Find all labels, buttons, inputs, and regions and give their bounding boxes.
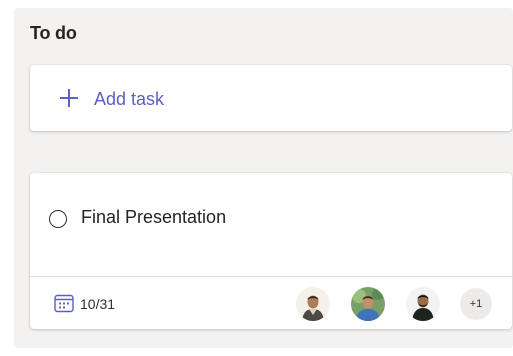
assignee-avatar[interactable] bbox=[406, 287, 440, 321]
task-card[interactable]: Final Presentation 10/31 +1 bbox=[30, 173, 512, 329]
complete-task-checkbox[interactable] bbox=[49, 210, 67, 228]
bucket-title[interactable]: To do bbox=[30, 23, 77, 44]
add-task-button[interactable]: Add task bbox=[30, 65, 512, 131]
calendar-icon bbox=[54, 294, 74, 313]
card-divider bbox=[30, 276, 512, 277]
add-task-label: Add task bbox=[94, 89, 165, 109]
assignee-avatar[interactable] bbox=[296, 287, 330, 321]
plus-icon bbox=[60, 89, 78, 107]
due-date[interactable]: 10/31 bbox=[80, 296, 115, 312]
todo-bucket: To do Add task Final Presentation 10/31 bbox=[14, 8, 513, 348]
assignee-avatar[interactable] bbox=[351, 287, 385, 321]
more-assignees-badge[interactable]: +1 bbox=[460, 288, 492, 320]
task-title: Final Presentation bbox=[81, 207, 227, 227]
